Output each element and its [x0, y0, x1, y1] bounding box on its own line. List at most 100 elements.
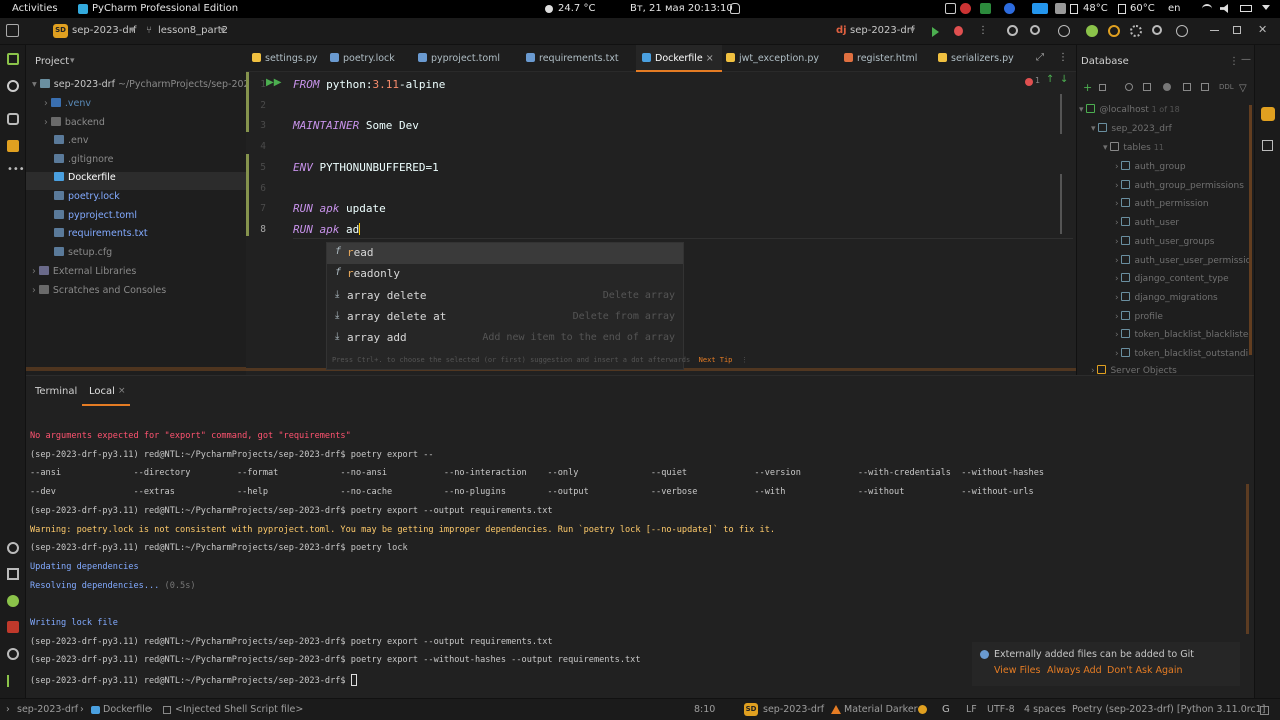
db-table-row[interactable]: › auth_group — [1115, 161, 1249, 179]
screenshot-tray-icon[interactable] — [945, 3, 956, 14]
next-highlighted-error-icon[interactable]: ↓ — [1060, 74, 1068, 85]
branch-switcher[interactable]: lesson8_part2 — [158, 25, 228, 36]
completion-item[interactable]: f read — [327, 243, 683, 264]
breadcrumb-injected[interactable]: <Injected Shell Script file> — [175, 704, 303, 715]
completion-item[interactable]: ⤓ array delete at Delete from array — [327, 307, 683, 328]
terminal-scrollbar[interactable] — [1246, 484, 1249, 634]
project-panel-scrollbar[interactable] — [26, 367, 246, 371]
close-tab-icon[interactable]: × — [118, 386, 126, 396]
dont-ask-again-link[interactable]: Don't Ask Again — [1107, 665, 1183, 676]
add-datasource-icon[interactable]: + — [1083, 81, 1092, 94]
always-add-link[interactable]: Always Add — [1047, 665, 1102, 676]
table-editor-icon[interactable] — [1183, 83, 1191, 91]
db-settings-icon[interactable] — [1163, 83, 1171, 91]
expand-editor-icon[interactable]: ⤢ — [1036, 52, 1044, 63]
run-configuration-selector[interactable]: sep-2023-drf — [850, 25, 914, 36]
db-table-row[interactable]: › auth_permission — [1115, 198, 1249, 216]
code-with-me-icon[interactable] — [1108, 25, 1120, 37]
tree-item[interactable]: .env — [54, 135, 89, 153]
shield-tray-icon[interactable] — [980, 3, 991, 14]
copy-icon[interactable] — [1099, 84, 1106, 91]
git-tool-icon[interactable] — [7, 675, 19, 687]
db-table-row[interactable]: › django_migrations — [1115, 291, 1249, 310]
bookmarks-icon[interactable] — [7, 140, 19, 152]
tab-serializers-py[interactable]: serializers.py — [932, 45, 1022, 72]
tab-pyproject-toml[interactable]: pyproject.toml — [412, 45, 508, 72]
notifications-muted-icon[interactable] — [730, 3, 740, 14]
database-options-icon[interactable]: ⋮ — [1229, 56, 1239, 67]
tree-item[interactable]: › .venv — [44, 98, 91, 116]
next-tip-link[interactable]: Next Tip — [699, 356, 733, 364]
ide-and-plugin-updates-icon[interactable] — [1058, 25, 1070, 37]
restore-window-icon[interactable] — [1233, 26, 1241, 34]
refresh-icon[interactable] — [1125, 83, 1133, 91]
database-panel-title[interactable]: Database — [1081, 56, 1129, 67]
db-properties-icon[interactable] — [1143, 83, 1151, 91]
activities-button[interactable]: Activities — [12, 3, 58, 14]
tab-settings-py[interactable]: settings.py — [246, 45, 326, 72]
tree-external-libraries[interactable]: › External Libraries — [32, 266, 136, 284]
close-tab-icon[interactable]: × — [703, 53, 714, 64]
db-host-row[interactable]: ▾ @localhost 1 of 18 — [1079, 104, 1180, 122]
ai-assistant-icon[interactable] — [1086, 25, 1098, 37]
breadcrumb-file[interactable]: Dockerfile — [103, 704, 151, 715]
code-completion-popup[interactable]: f read f readonly ⤓ array delete Delete array ⤓… — [326, 242, 748, 370]
terminal-tool-icon[interactable] — [7, 621, 19, 633]
notifications-tool-icon[interactable] — [1262, 140, 1273, 151]
tab-dockerfile[interactable]: Dockerfile × — [636, 45, 722, 72]
inspection-error-icon[interactable] — [1025, 78, 1033, 86]
project-panel-title[interactable]: Project — [35, 56, 69, 67]
vcs-change-marker[interactable] — [246, 72, 249, 132]
db-schema-row[interactable]: ▾ sep_2023_drf — [1091, 123, 1172, 141]
theme-status-icon[interactable] — [918, 705, 927, 714]
breadcrumb-project[interactable]: sep-2023-drf — [17, 704, 78, 715]
volume-icon[interactable] — [1220, 4, 1228, 13]
problems-icon[interactable] — [7, 648, 19, 660]
database-scrollbar[interactable] — [1249, 105, 1252, 355]
project-tool-icon[interactable] — [7, 53, 19, 65]
hide-panel-icon[interactable]: — — [1241, 54, 1251, 65]
status-project[interactable]: sep-2023-drf — [763, 704, 824, 715]
tray-icon[interactable] — [1055, 3, 1066, 14]
previous-highlighted-error-icon[interactable]: ↑ — [1046, 74, 1054, 85]
tree-item[interactable]: Dockerfile — [26, 172, 246, 191]
vcs-icon[interactable] — [1007, 25, 1018, 36]
tree-item[interactable]: setup.cfg — [54, 246, 112, 265]
db-table-row[interactable]: › auth_group_permissions — [1115, 179, 1249, 198]
theme-name[interactable]: Material Darker — [844, 704, 918, 715]
db-tables-folder-row[interactable]: ▾ tables 11 — [1103, 142, 1164, 160]
tab-register-html[interactable]: register.html — [838, 45, 925, 72]
tab-jwt-exception-py[interactable]: jwt_exception.py — [720, 45, 827, 72]
tree-root[interactable]: ▾ sep-2023-drf ~/PycharmProjects/sep-202… — [32, 79, 256, 97]
keyboard-layout[interactable]: en — [1168, 3, 1181, 14]
db-server-objects-row[interactable]: › Server Objects — [1091, 365, 1177, 375]
terminal-title[interactable]: Terminal — [35, 386, 77, 397]
structure-icon[interactable] — [7, 113, 19, 125]
zoom-tray-icon[interactable] — [1004, 3, 1015, 14]
battery-icon[interactable] — [1240, 5, 1252, 12]
database-tool-icon[interactable] — [1261, 107, 1275, 121]
tree-item[interactable]: › backend — [44, 116, 105, 135]
tree-item[interactable]: .gitignore — [54, 153, 113, 172]
tab-actions-icon[interactable]: ⋮ — [1058, 52, 1068, 63]
weather-temp[interactable]: 24.7 °C — [558, 3, 595, 14]
gpu-temp[interactable]: 60°C — [1130, 3, 1155, 14]
layers-icon[interactable] — [7, 568, 19, 580]
system-menu-chevron-icon[interactable] — [1262, 5, 1270, 10]
db-table-row[interactable]: › token_blacklist_blacklistedtoken — [1115, 329, 1249, 347]
filter-icon[interactable]: ▽ — [1239, 83, 1247, 94]
main-menu-icon[interactable] — [6, 24, 19, 37]
python-packages-icon[interactable] — [7, 542, 19, 554]
more-actions-icon[interactable]: ⋮ — [978, 25, 988, 36]
close-window-icon[interactable]: ✕ — [1258, 23, 1267, 36]
run-icon[interactable] — [932, 27, 939, 37]
tab-poetry-lock[interactable]: poetry.lock — [324, 45, 403, 72]
tab-requirements-txt[interactable]: requirements.txt — [520, 45, 627, 72]
editor-scrollbar[interactable] — [1060, 94, 1062, 134]
debug-icon[interactable] — [954, 26, 963, 36]
github-icon[interactable] — [7, 80, 19, 92]
editor-scrollbar-thumb[interactable] — [1060, 174, 1062, 234]
settings-gear-icon[interactable] — [1130, 25, 1142, 37]
wifi-icon[interactable] — [1202, 4, 1212, 13]
completion-item[interactable]: ⤓ array delete Delete array — [327, 286, 683, 307]
